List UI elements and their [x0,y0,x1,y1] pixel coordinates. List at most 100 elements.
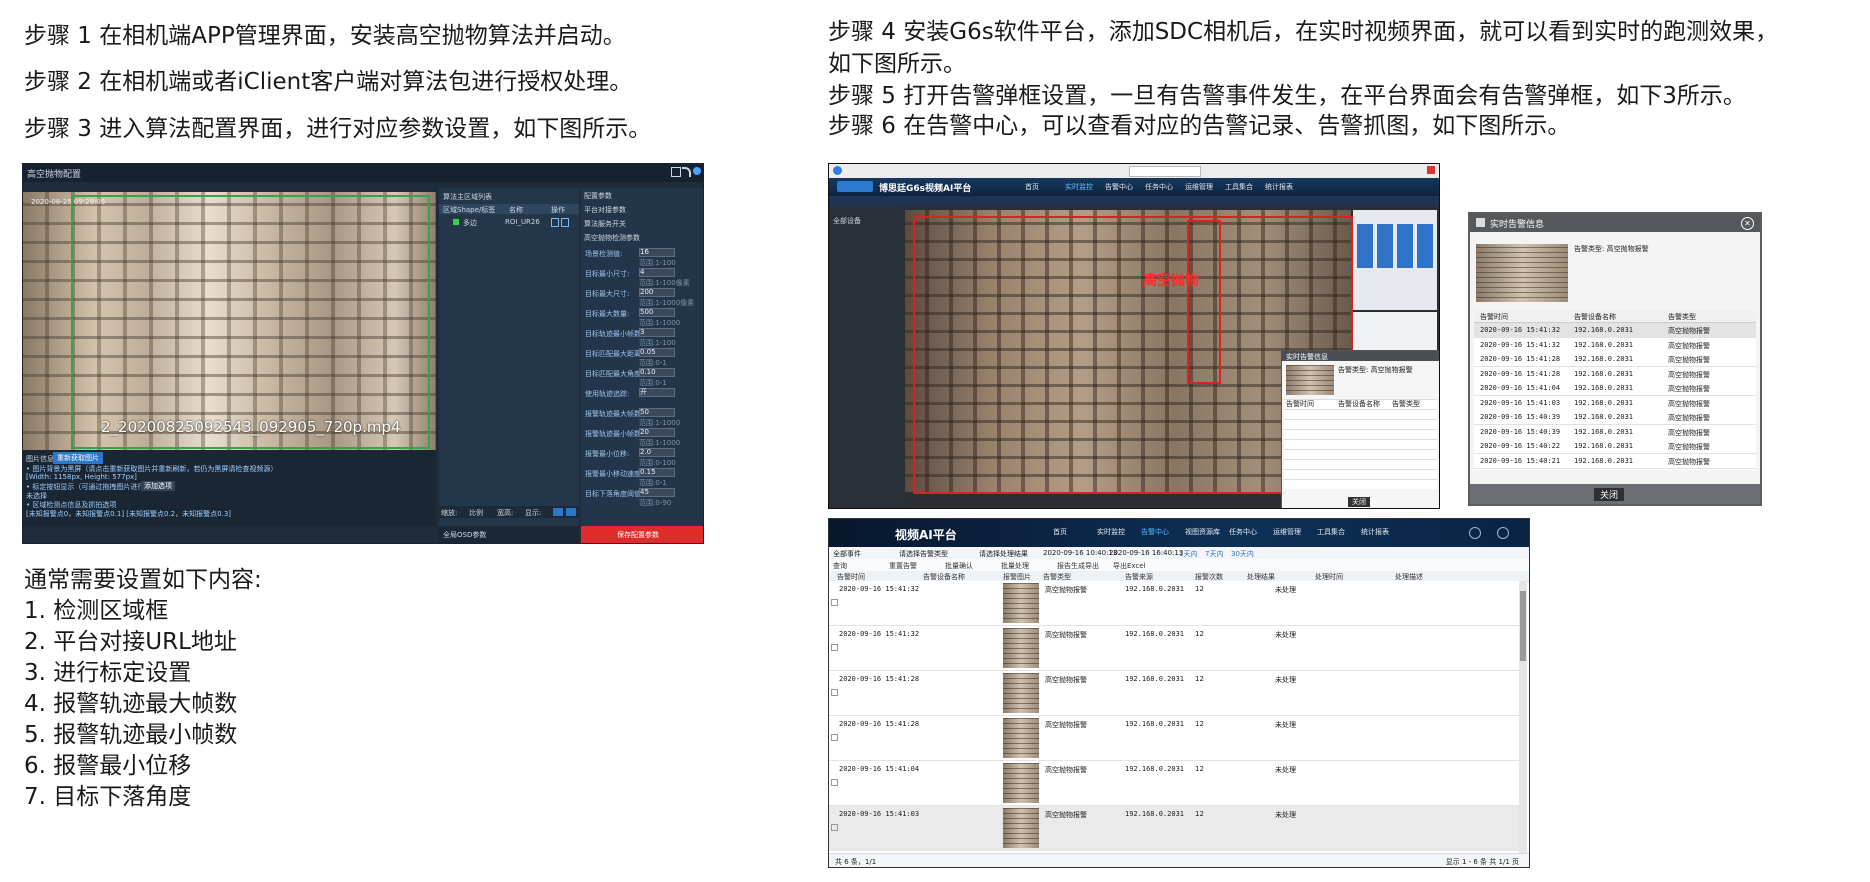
row-checkbox[interactable] [831,734,838,741]
browser-tab[interactable] [1129,166,1201,177]
calibration-add-button[interactable]: 添加选项 [141,481,175,491]
realtime-nav-item[interactable]: 统计报表 [1265,182,1293,192]
alarm-toolbar-button[interactable]: 批量处理 [1001,561,1029,571]
alarm-popup-close-button[interactable]: 关闭 [1594,488,1625,501]
row-snapshot[interactable] [1003,583,1039,623]
realtime-nav-item[interactable]: 工具集合 [1225,182,1253,192]
param-value-input[interactable]: 0.15 [639,468,675,477]
zoom-reset-button[interactable] [566,508,576,516]
param-value-input[interactable]: 开 [639,388,675,397]
filter-1day[interactable]: 1天内 [1179,549,1197,559]
row-checkbox[interactable] [831,689,838,696]
ptz-buttons[interactable] [1357,224,1433,268]
param-value-input[interactable]: 200 [639,288,675,297]
alarm-popup-row[interactable]: 2020-09-16 15:41:32 192.168.0.2031 高空抛物报警 [1474,323,1756,338]
zoom-apply-button[interactable] [553,508,563,516]
alarm-scroll-thumb[interactable] [1520,591,1526,661]
alarm-toolbar-button[interactable]: 批量确认 [945,561,973,571]
edit-icon[interactable] [551,218,559,227]
alarm-popup-row[interactable]: 2020-09-16 15:40:39 192.168.0.2031 高空抛物报警 [1474,410,1756,425]
row-checkbox[interactable] [831,599,838,606]
alarm-popup-row[interactable]: 2020-09-16 15:41:32 192.168.0.2031 高空抛物报警 [1474,337,1756,353]
alarm-center-nav-item[interactable]: 运维管理 [1273,527,1301,537]
filter-end[interactable]: 2020-09-16 16:40:13 [1109,549,1183,557]
alarm-popup-row[interactable]: 2020-09-16 15:41:04 192.168.0.2031 高空抛物报警 [1474,381,1756,396]
osd-footer[interactable]: 全局OSD参数 [439,526,579,543]
refresh-icon[interactable] [682,167,691,177]
alarm-popup-row[interactable]: 2020-09-16 15:40:39 192.168.0.2031 高空抛物报警 [1474,424,1756,440]
mini-popup-close[interactable]: 关闭 [1348,497,1370,507]
filter-event[interactable]: 全部事件 [833,549,861,559]
pager-text[interactable]: 共 6 条，1/1 [835,857,876,867]
grid-icon[interactable] [671,167,681,177]
alarm-toolbar-button[interactable]: 导出Excel [1113,561,1146,571]
alarm-popup-row[interactable]: 2020-09-16 15:40:21 192.168.0.2031 高空抛物报警 [1474,453,1756,469]
param-value-input[interactable]: 45 [639,488,675,497]
filter-type[interactable]: 请选择告警类型 [899,549,948,559]
realtime-nav-item[interactable]: 运维管理 [1185,182,1213,192]
alarm-popup-row[interactable]: 2020-09-16 15:41:28 192.168.0.2031 高空抛物报警 [1474,352,1756,367]
param-value-input[interactable]: 0.10 [639,368,675,377]
param-value-input[interactable]: 4 [639,268,675,277]
filter-7days[interactable]: 7天内 [1205,549,1223,559]
realtime-nav-item[interactable]: 告警中心 [1105,182,1133,192]
save-params-button[interactable]: 保存配置参数 [581,526,703,543]
alarm-table-row[interactable]: 2020-09-16 15:41:28 高空抛物报警 192.168.0.2031 1… [829,671,1521,716]
settings-icon[interactable] [1497,527,1509,539]
alarm-toolbar-button[interactable]: 查询 [833,561,847,571]
tree-root[interactable]: 全部设备 [833,216,861,226]
row-snapshot[interactable] [1003,628,1039,668]
section-platform[interactable]: 平台对接参数 [584,205,626,215]
section-detection[interactable]: 高空抛物检测参数 [584,233,640,243]
alarm-snapshot[interactable] [1476,244,1568,302]
alarm-popup-row[interactable]: 2020-09-16 15:41:28 192.168.0.2031 高空抛物报警 [1474,366,1756,382]
section-service[interactable]: 算法服务开关 [584,219,626,229]
user-icon[interactable] [1469,527,1481,539]
alarm-center-nav-item[interactable]: 首页 [1053,527,1067,537]
alarm-center-nav-item[interactable]: 统计报表 [1361,527,1389,537]
row-snapshot[interactable] [1003,763,1039,803]
refetch-image-button[interactable]: 重新获取图片 [53,452,103,464]
alarm-center-nav-item[interactable]: 实时监控 [1097,527,1125,537]
filter-30days[interactable]: 30天内 [1231,549,1254,559]
alarm-table-row[interactable]: 2020-09-16 15:41:03 高空抛物报警 192.168.0.2031 1… [829,806,1521,851]
help-icon[interactable] [693,167,701,175]
row-snapshot[interactable] [1003,673,1039,713]
row-snapshot[interactable] [1003,718,1039,758]
alarm-center-nav-item[interactable]: 任务中心 [1229,527,1257,537]
row-checkbox[interactable] [831,779,838,786]
detection-region-box[interactable] [71,195,430,449]
param-value-input[interactable]: 3 [639,328,675,337]
delete-icon[interactable] [561,218,569,227]
realtime-nav-item[interactable]: 任务中心 [1145,182,1173,192]
param-value-input[interactable]: 20 [639,428,675,437]
config-video-frame[interactable]: 2020-08-25 09:29:05 2_20200825092543_092… [23,192,436,450]
alarm-center-nav-item[interactable]: 告警中心 [1141,527,1169,537]
alarm-center-nav-item[interactable]: 视图资源库 [1185,527,1220,537]
alarm-table-row[interactable]: 2020-09-16 15:41:32 高空抛物报警 192.168.0.2031 1… [829,626,1521,671]
alarm-popup-row[interactable]: 2020-09-16 15:41:03 192.168.0.2031 高空抛物报警 [1474,395,1756,411]
window-close-icon[interactable] [1427,166,1435,174]
alarm-toolbar-button[interactable]: 重置告警 [889,561,917,571]
param-value-input[interactable]: 16 [639,248,675,257]
param-value-input[interactable]: 0.05 [639,348,675,357]
param-value-input[interactable]: 500 [639,308,675,317]
alarm-scrollbar[interactable] [1519,581,1527,853]
filter-start[interactable]: 2020-09-16 10:40:13 [1043,549,1117,557]
realtime-nav-item[interactable]: 实时监控 [1065,182,1093,192]
filter-result[interactable]: 请选择处理结果 [979,549,1028,559]
param-value-input[interactable]: 2.0 [639,448,675,457]
region-row[interactable]: 多边 ROI_UR26 [439,217,579,227]
alarm-table-row[interactable]: 2020-09-16 15:41:28 高空抛物报警 192.168.0.2031 1… [829,716,1521,761]
realtime-nav-item[interactable]: 首页 [1025,182,1039,192]
param-value-input[interactable]: 50 [639,408,675,417]
alarm-table-row[interactable]: 2020-09-16 15:41:32 高空抛物报警 192.168.0.2031 1… [829,581,1521,626]
alarm-table-row[interactable]: 2020-09-16 15:41:04 高空抛物报警 192.168.0.2031 1… [829,761,1521,806]
alarm-popup-close-icon[interactable]: ✕ [1741,217,1754,230]
row-snapshot[interactable] [1003,808,1039,848]
row-checkbox[interactable] [831,644,838,651]
row-checkbox[interactable] [831,824,838,831]
alarm-center-nav-item[interactable]: 工具集合 [1317,527,1345,537]
alarm-popup-row[interactable]: 2020-09-16 15:40:22 192.168.0.2031 高空抛物报警 [1474,439,1756,454]
back-icon[interactable] [833,166,842,175]
